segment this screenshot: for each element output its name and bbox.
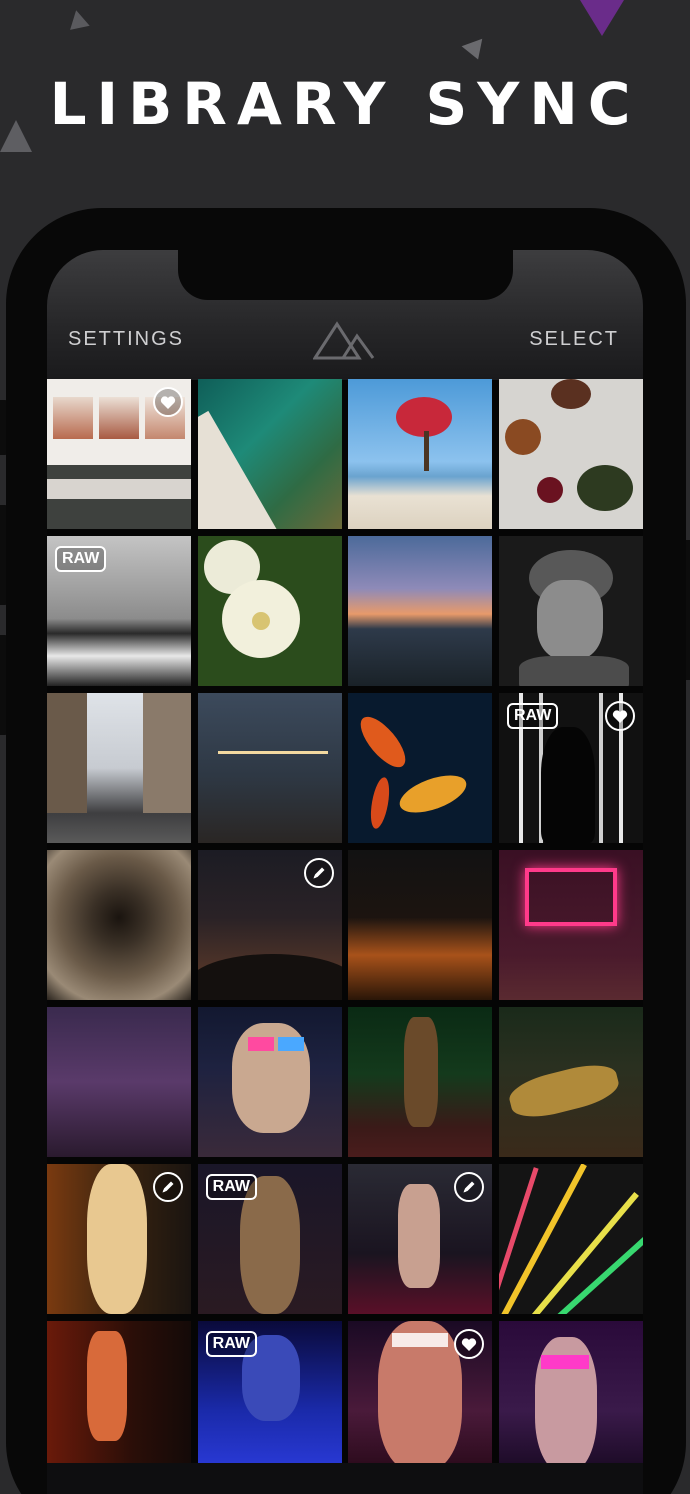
photo-thumbnail-orange-lockers[interactable] bbox=[47, 1321, 191, 1471]
settings-button[interactable]: SETTINGS bbox=[68, 328, 184, 351]
heart-icon bbox=[153, 387, 183, 417]
photo-thumbnail-neon-streaks[interactable] bbox=[498, 1164, 643, 1314]
photo-thumbnail-sunset-village[interactable] bbox=[348, 536, 493, 686]
photo-thumbnail-bar-green-lights[interactable] bbox=[348, 1007, 493, 1157]
photo-thumbnail-dinner-table[interactable] bbox=[498, 379, 643, 529]
mountain-logo-icon bbox=[313, 321, 375, 360]
photo-thumbnail-blue-glasses-portrait[interactable]: RAW bbox=[197, 1321, 342, 1471]
photo-thumbnail-koi-fish[interactable] bbox=[348, 693, 493, 843]
photo-thumbnail-string-lights-dusk[interactable] bbox=[197, 693, 342, 843]
decor-triangle bbox=[580, 0, 624, 36]
raw-badge: RAW bbox=[506, 703, 559, 729]
photo-thumbnail-tree-silhouette-sunset[interactable] bbox=[348, 850, 493, 1000]
phone-notch bbox=[178, 250, 513, 300]
photo-thumbnail-surfer-bw[interactable]: RAW bbox=[47, 536, 191, 686]
raw-badge: RAW bbox=[205, 1331, 257, 1357]
raw-badge: RAW bbox=[55, 546, 107, 572]
select-button[interactable]: SELECT bbox=[529, 328, 619, 351]
photo-thumbnail-dance-floor[interactable] bbox=[348, 1164, 493, 1314]
phone-screen: SETTINGS SELECT RAW RAW RAW RAW bbox=[47, 250, 643, 1494]
bottom-toolbar bbox=[47, 1463, 643, 1494]
photo-thumbnail-purple-haze-figure[interactable] bbox=[47, 1007, 191, 1157]
photo-thumbnail-starry-sky[interactable] bbox=[197, 850, 342, 1000]
photo-thumbnail-tree-on-beach[interactable] bbox=[348, 379, 493, 529]
photo-thumbnail-portrait-glasses-bw[interactable] bbox=[498, 536, 643, 686]
photo-thumbnail-neon-portrait-red[interactable]: RAW bbox=[197, 1164, 342, 1314]
photo-thumbnail-pink-glasses-portrait[interactable] bbox=[498, 1321, 643, 1471]
photo-thumbnail-silhouette-lights[interactable]: RAW bbox=[498, 693, 643, 843]
photo-thumbnail-neon-pink-room[interactable] bbox=[498, 850, 643, 1000]
photo-thumbnail-neon-sunglasses[interactable] bbox=[197, 1007, 342, 1157]
decor-triangle bbox=[66, 8, 90, 30]
edit-pencil-icon bbox=[303, 858, 334, 888]
heart-icon bbox=[454, 1329, 485, 1359]
photo-thumbnail-roller-skates[interactable] bbox=[498, 1007, 643, 1157]
raw-badge: RAW bbox=[205, 1174, 257, 1200]
photo-thumbnail-gallery-prints[interactable] bbox=[47, 379, 191, 529]
photo-thumbnail-spiral-staircase[interactable] bbox=[47, 850, 191, 1000]
photo-thumbnail-blonde-portrait[interactable] bbox=[47, 1164, 191, 1314]
heart-icon bbox=[604, 701, 635, 731]
photo-thumbnail-white-dahlias[interactable] bbox=[197, 536, 342, 686]
photo-thumbnail-violet-portrait[interactable] bbox=[348, 1321, 493, 1471]
photo-grid: RAW RAW RAW RAW bbox=[47, 379, 643, 1471]
headline-title: LIBRARY SYNC bbox=[49, 70, 641, 138]
edit-pencil-icon bbox=[454, 1172, 485, 1202]
photo-thumbnail-aerial-lagoon[interactable] bbox=[197, 379, 342, 529]
decor-triangle bbox=[461, 38, 489, 64]
edit-pencil-icon bbox=[153, 1172, 183, 1202]
photo-thumbnail-city-street[interactable] bbox=[47, 693, 191, 843]
